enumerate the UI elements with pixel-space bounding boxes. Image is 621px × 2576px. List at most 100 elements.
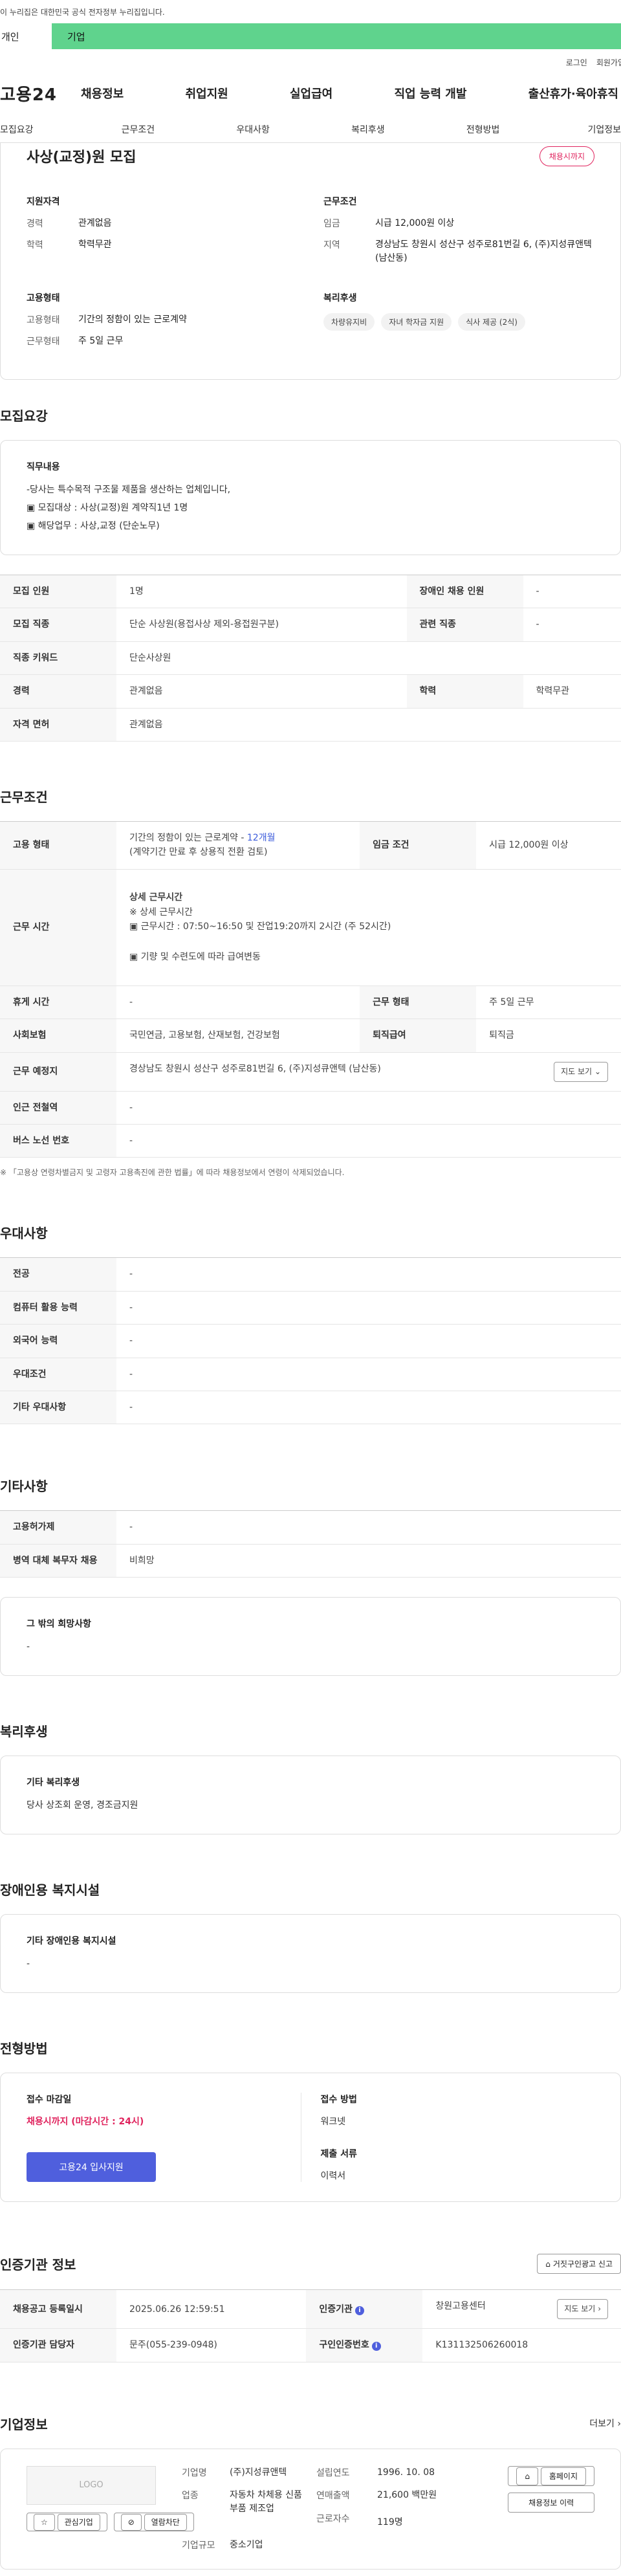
employment-type-text: 기간의 정함이 있는 근로계약 -	[129, 833, 247, 843]
table-row: 기타 우대사항-	[0, 1391, 621, 1424]
recruit-section-title: 모집요강	[0, 406, 621, 424]
section-tabs: 모집요강 근무조건 우대사항 복리후생 전형방법 기업정보	[0, 116, 621, 143]
size-value: 중소기업	[230, 2538, 307, 2552]
info-icon[interactable]: i	[372, 2342, 381, 2351]
education-value: 학력무관	[78, 238, 112, 252]
table-row: 인근 전철역-	[0, 1091, 621, 1124]
job-summary-card: 사상(교정)원 모집 채용시까지 지원자격 경력관계없음 학력학력무관 근무조건…	[0, 143, 621, 380]
cell-value: 비희망	[116, 1544, 621, 1577]
cert-org-value: 창원고용센터	[435, 2301, 485, 2311]
cell-value: -	[116, 1291, 621, 1324]
cell-value: 관계없음	[116, 708, 621, 741]
cell-label: 장애인 채용 인원	[407, 575, 523, 608]
welfare-chip: 식사 제공 (2식)	[458, 313, 525, 331]
career-label: 경력	[27, 217, 78, 230]
disability-box: 기타 장애인용 복지시설 -	[0, 1914, 621, 1993]
tab-personal[interactable]: 개인	[0, 23, 52, 49]
homepage-button[interactable]: ⌂ 홈페이지	[508, 2466, 594, 2486]
sales-value-text: 21,600 백만원	[377, 2490, 437, 2500]
apply-button[interactable]: 고용24 입사지원	[27, 2152, 156, 2182]
table-row: 병역 대체 복무자 채용비희망	[0, 1544, 621, 1577]
gnb-parental-leave[interactable]: 출산휴가·육아휴직	[528, 85, 618, 102]
homepage-label: 홈페이지	[541, 2467, 586, 2485]
work-heading: 근무조건	[323, 195, 594, 208]
career-value: 관계없음	[78, 217, 112, 230]
tab-company-info[interactable]: 기업정보	[541, 123, 621, 136]
gnb-job-info[interactable]: 채용정보	[81, 85, 124, 102]
cell-label: 직종 키워드	[0, 641, 116, 674]
tab-company[interactable]: 기업	[52, 23, 621, 49]
cell-value: 주 5일 근무	[476, 985, 621, 1018]
founded-label: 설립연도	[316, 2466, 368, 2480]
cell-value: -	[116, 985, 360, 1018]
region-label: 지역	[323, 238, 375, 265]
cell-value: -	[116, 1325, 621, 1358]
cell-label: 고용허가제	[0, 1511, 116, 1544]
gnb-unemployment-benefit[interactable]: 실업급여	[290, 85, 332, 102]
cell-value: 창원고용센터 지도 보기 ›	[422, 2290, 621, 2329]
cell-value: 시급 12,000원 이상	[476, 821, 621, 869]
table-row: 휴게 시간- 근무 형태주 5일 근무	[0, 985, 621, 1018]
etc-section-title: 기타사항	[0, 1476, 621, 1495]
map-view-button[interactable]: 지도 보기 ⌄	[554, 1062, 608, 1082]
tab-welfare[interactable]: 복리후생	[310, 123, 426, 136]
site-logo[interactable]: 고용24	[0, 82, 81, 105]
method-col: 접수 방법 워크넷 제출 서류 이력서	[301, 2093, 595, 2182]
cert-map-button[interactable]: 지도 보기 ›	[557, 2299, 608, 2319]
pref-section-title: 우대사항	[0, 1223, 621, 1242]
tab-preferences[interactable]: 우대사항	[195, 123, 310, 136]
cell-label: 채용공고 등록일시	[0, 2290, 116, 2329]
company-logo: LOGO	[27, 2466, 156, 2505]
welfare-chip: 자녀 학자금 지원	[381, 313, 452, 331]
age-notice: ※ 「고용상 연령차별금지 및 고령자 고용촉진에 관한 법률」에 따라 채용정…	[0, 1167, 621, 1178]
company-more-link[interactable]: 더보기 ›	[589, 2417, 621, 2430]
cell-label: 기타 우대사항	[0, 1391, 116, 1424]
cell-label: 퇴직급여	[360, 1019, 476, 1052]
table-row: 근무 예정지 경상남도 창원시 성산구 성주로81번길 6, (주)지성큐앤텍 …	[0, 1052, 621, 1091]
gnb-vocational-training[interactable]: 직업 능력 개발	[395, 85, 467, 102]
login-link[interactable]: 로그인	[566, 57, 587, 68]
etc-table: 고용허가제- 병역 대체 복무자 채용비희망	[0, 1510, 621, 1578]
cert-map-label: 지도 보기	[564, 2304, 595, 2313]
table-row: 채용공고 등록일시2025.06.26 12:59:51 인증기관i 창원고용센…	[0, 2290, 621, 2329]
education-label: 학력	[27, 238, 78, 252]
cell-value: 기간의 정함이 있는 근로계약 - 12개월(계약기간 만료 후 상용직 전환 …	[116, 821, 360, 869]
cell-label: 근무 예정지	[0, 1052, 116, 1091]
info-icon[interactable]: i	[355, 2306, 364, 2315]
tab-selection[interactable]: 전형방법	[426, 123, 541, 136]
deadline-label: 접수 마감일	[27, 2093, 281, 2106]
gov-notice-text: 이 누리집은 대한민국 공식 전자정부 누리집입니다.	[0, 6, 165, 17]
employment-type-label: 고용형태	[27, 313, 78, 327]
favorite-label: 관심기업	[58, 2514, 100, 2531]
wage-label: 임금	[323, 217, 375, 230]
industry-label: 업종	[182, 2489, 221, 2529]
cell-label: 외국어 능력	[0, 1325, 116, 1358]
cell-label: 경력	[0, 675, 116, 708]
user-type-tabs: 개인 기업	[0, 23, 621, 49]
cell-label: 근무 형태	[360, 985, 476, 1018]
welfare-summary-heading: 복리후생	[323, 291, 594, 304]
cert-section-title: 인증기관 정보	[0, 2254, 76, 2273]
chevron-right-icon: ›	[617, 2419, 621, 2429]
false-ad-report-button[interactable]: ⌂거짓구인광고 신고	[537, 2254, 621, 2274]
table-row: 전공-	[0, 1258, 621, 1291]
history-button[interactable]: 채용정보 이력	[508, 2493, 594, 2513]
tab-work-conditions[interactable]: 근무조건	[80, 123, 195, 136]
tab-recruit[interactable]: 모집요강	[0, 123, 80, 136]
employment-heading: 고용형태	[27, 291, 298, 304]
job-title: 사상(교정)원 모집	[27, 146, 136, 166]
duty-line: ▣ 모집대상 : 사상(교정)원 계약직1년 1명	[27, 499, 594, 517]
signup-link[interactable]: 회원가입	[596, 57, 621, 68]
cell-value: -	[116, 1125, 621, 1158]
util-links: 로그인 회원가입	[0, 49, 621, 71]
cell-value: 국민연금, 고용보험, 산재보험, 건강보험	[116, 1019, 360, 1052]
other-wishes-heading: 그 밖의 희망사항	[27, 1617, 594, 1630]
deadline-col: 접수 마감일 채용시까지 (마감시간 : 24시) 고용24 입사지원	[27, 2093, 301, 2182]
table-row: 인증기관 담당자문주(055-239-0948) 구인인증번호i K131132…	[0, 2329, 621, 2362]
favorite-company-button[interactable]: ☆ 관심기업	[27, 2513, 107, 2531]
cert-table: 채용공고 등록일시2025.06.26 12:59:51 인증기관i 창원고용센…	[0, 2289, 621, 2362]
cell-value: K131132506260018	[422, 2329, 621, 2362]
gnb-employment-support[interactable]: 취업지원	[186, 85, 228, 102]
table-row: 근무 시간 상세 근무시간 ※ 상세 근무시간 ▣ 근무시간 : 07:50~1…	[0, 869, 621, 985]
table-row: 모집 인원1명 장애인 채용 인원-	[0, 575, 621, 608]
